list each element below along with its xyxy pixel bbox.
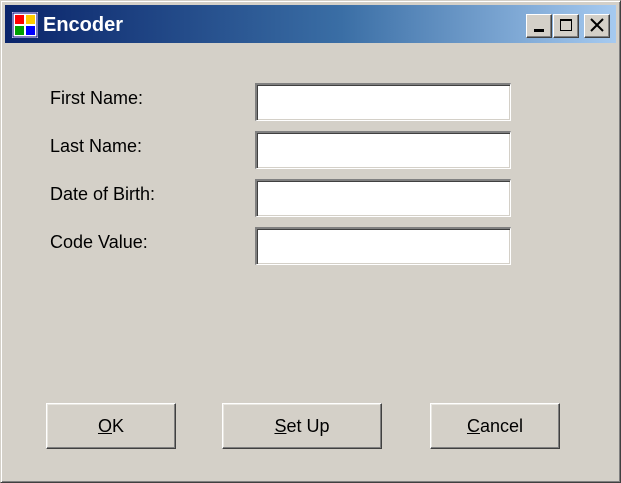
ok-label-rest: K (112, 416, 125, 436)
first-name-field[interactable] (255, 83, 511, 121)
window-title: Encoder (43, 14, 124, 36)
set-up-label-rest: et Up (286, 416, 330, 436)
first-name-label: First Name: (50, 88, 144, 108)
close-icon (590, 18, 604, 32)
last-name-field[interactable] (255, 131, 511, 169)
code-value-label: Code Value: (50, 232, 148, 252)
code-value-field[interactable] (255, 227, 511, 265)
maximize-button[interactable] (553, 14, 579, 38)
last-name-label: Last Name: (50, 136, 143, 156)
ok-access-key: O (97, 416, 112, 436)
set-up-access-key: S (274, 416, 287, 436)
encoder-window: Encoder First Name: Last Name: Date of B… (0, 0, 621, 483)
cancel-label-rest: ancel (479, 416, 524, 436)
date-of-birth-label: Date of Birth: (50, 184, 156, 204)
title-bar[interactable]: Encoder (5, 5, 616, 43)
close-button[interactable] (584, 14, 610, 38)
ok-button[interactable]: OK (46, 403, 176, 449)
app-window-icon[interactable] (12, 12, 38, 38)
set-up-button[interactable]: Set Up (222, 403, 382, 449)
maximize-icon (560, 19, 572, 31)
date-of-birth-field[interactable] (255, 179, 511, 217)
minimize-icon (534, 29, 544, 32)
cancel-access-key: C (466, 416, 480, 436)
minimize-button[interactable] (526, 14, 552, 38)
cancel-button[interactable]: Cancel (430, 403, 560, 449)
